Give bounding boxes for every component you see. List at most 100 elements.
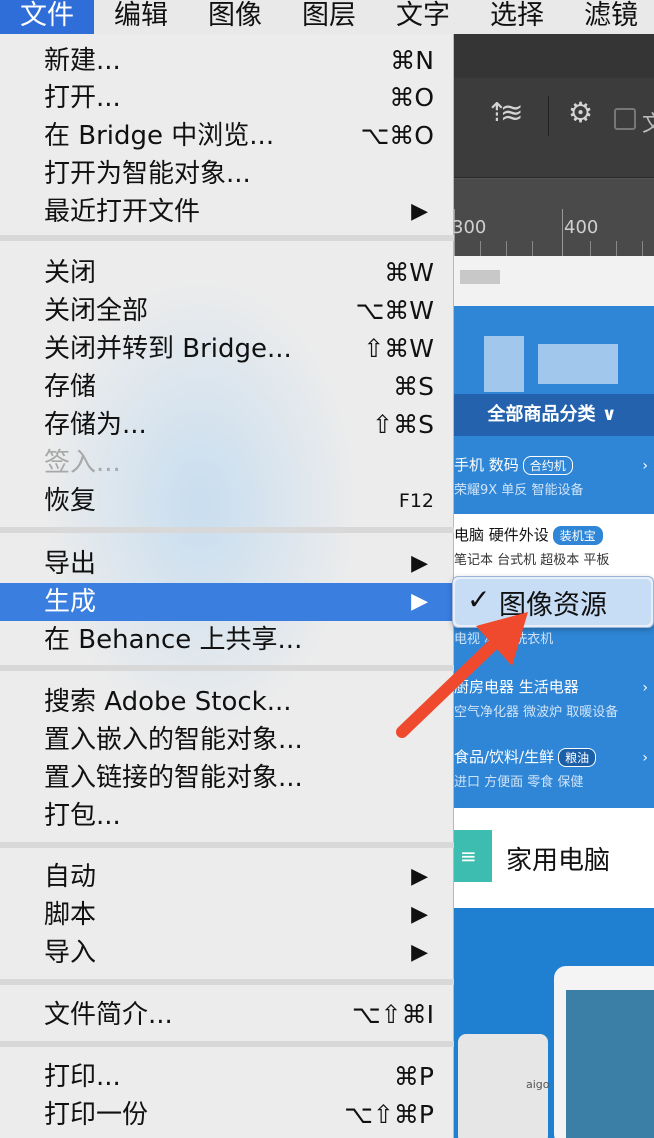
site-top-strip (450, 256, 654, 306)
menu-item-label: 打包... (44, 801, 121, 831)
menu-item-place-linked[interactable]: 置入链接的智能对象... (0, 759, 454, 797)
menu-item-shortcut: ⌥⇧⌘P (344, 1100, 434, 1129)
menu-item-revert[interactable]: 恢复 F12 (0, 482, 454, 520)
category-badge: 合约机 (522, 456, 573, 475)
gear-icon[interactable]: ⚙ (568, 96, 593, 129)
menu-item-label: 存储为... (44, 410, 147, 440)
menu-item-export[interactable]: 导出 ▶ (0, 545, 454, 583)
menu-separator (0, 842, 454, 848)
logo-mark (484, 336, 524, 392)
menu-item-label: 关闭全部 (44, 296, 149, 326)
menubar-file[interactable]: 文件 (0, 0, 94, 34)
menu-item-browse-bridge[interactable]: 在 Bridge 中浏览... ⌥⌘O (0, 117, 454, 155)
menu-bar: 文件 编辑 图像 图层 文字 选择 滤镜 (0, 0, 654, 34)
menubar-layer[interactable]: 图层 (282, 0, 376, 34)
ruler-label-300: 300 (452, 217, 487, 238)
menu-item-package[interactable]: 打包... (0, 797, 454, 835)
logo-text (538, 344, 618, 384)
menu-item-shortcut: ⌥⌘W (355, 296, 434, 325)
menu-item-label: 新建... (44, 46, 121, 76)
menu-item-shortcut: ⌘O (389, 83, 434, 112)
submenu-arrow-icon: ▶ (411, 864, 428, 889)
submenu-arrow-icon: ▶ (411, 551, 428, 576)
ruler-minor-tick (590, 241, 591, 257)
menu-item-label: 打开为智能对象... (44, 159, 251, 189)
menu-item-close[interactable]: 关闭 ⌘W (0, 254, 454, 292)
menu-item-save-as[interactable]: 存储为... ⇧⌘S (0, 406, 454, 444)
horizontal-ruler: 300 400 (450, 178, 654, 257)
menu-item-shortcut: ⌥⌘O (360, 121, 435, 150)
menu-item-label: 关闭 (44, 258, 97, 288)
category-sub: 笔记本 台式机 超极本 平板 (454, 553, 610, 568)
menu-separator (0, 1041, 454, 1047)
options-checkbox[interactable] (614, 108, 636, 130)
menu-item-label: 置入链接的智能对象... (44, 763, 303, 793)
menu-item-check-in: 签入... (0, 444, 454, 482)
ruler-minor-tick (506, 241, 507, 257)
menu-item-label: 存储 (44, 372, 97, 402)
menu-item-label: 搜索 Adobe Stock... (44, 687, 292, 717)
submenu-arrow-icon: ▶ (411, 902, 428, 927)
menu-item-label: 打印... (44, 1062, 121, 1092)
menu-item-label: 在 Bridge 中浏览... (44, 121, 275, 151)
menu-separator (0, 235, 454, 241)
menu-separator (0, 979, 454, 985)
menu-item-close-go-bridge[interactable]: 关闭并转到 Bridge... ⇧⌘W (0, 330, 454, 368)
options-checkbox-label: 文 (642, 112, 654, 137)
menu-item-label: 导出 (44, 549, 97, 579)
blurred-logo (480, 336, 630, 396)
ruler-minor-tick (616, 241, 617, 257)
category-sub: 荣耀9X 单反 智能设备 (454, 483, 584, 498)
menu-item-file-info[interactable]: 文件简介... ⌥⇧⌘I (0, 996, 454, 1034)
menu-separator (0, 527, 454, 533)
menu-item-open-smart-object[interactable]: 打开为智能对象... (0, 155, 454, 193)
chevron-right-icon: › (642, 750, 648, 766)
menu-item-label: 关闭并转到 Bridge... (44, 334, 292, 364)
menu-item-label: 在 Behance 上共享... (44, 625, 303, 655)
menu-item-shortcut: ⌥⇧⌘I (351, 1000, 434, 1029)
annotation-arrow-icon (396, 612, 528, 738)
submenu-arrow-icon: ▶ (411, 199, 428, 224)
ruler-major-tick (562, 209, 563, 257)
menu-item-label: 打印一份 (44, 1100, 149, 1130)
menubar-edit[interactable]: 编辑 (94, 0, 188, 34)
menubar-image[interactable]: 图像 (188, 0, 282, 34)
menubar-type[interactable]: 文字 (376, 0, 470, 34)
tablet-screen-image (566, 990, 654, 1138)
menu-item-import[interactable]: 导入 ▶ (0, 934, 454, 972)
menu-item-scripts[interactable]: 脚本 ▶ (0, 896, 454, 934)
menu-item-close-all[interactable]: 关闭全部 ⌥⌘W (0, 292, 454, 330)
ruler-minor-tick (480, 241, 481, 257)
toolbar-separator (548, 96, 549, 136)
menu-item-label: 生成 (44, 587, 97, 617)
menu-item-label: 签入... (44, 448, 121, 478)
category-title: 手机 数码 (454, 456, 519, 474)
menu-item-save[interactable]: 存储 ⌘S (0, 368, 454, 406)
menu-item-new[interactable]: 新建... ⌘N (0, 42, 454, 80)
menu-item-shortcut: ⌘S (393, 372, 434, 401)
menu-item-label: 最近打开文件 (44, 197, 201, 227)
menu-item-print-one-copy[interactable]: 打印一份 ⌥⇧⌘P (0, 1096, 454, 1134)
menu-item-print[interactable]: 打印... ⌘P (0, 1058, 454, 1096)
menu-item-open[interactable]: 打开... ⌘O (0, 79, 454, 117)
chevron-right-icon: › (642, 680, 648, 696)
chevron-right-icon: › (642, 458, 648, 474)
category-header: 全部商品分类 ∨ (450, 394, 654, 436)
ruler-label-400: 400 (564, 217, 599, 238)
blurred-text (460, 270, 500, 284)
home-computer-label: 家用电脑 (506, 846, 611, 876)
menu-item-label: 置入嵌入的智能对象... (44, 725, 303, 755)
home-computer-section: ≡ 家用电脑 (450, 808, 654, 908)
menu-item-recent-files[interactable]: 最近打开文件 ▶ (0, 193, 454, 231)
menu-item-label: 脚本 (44, 900, 97, 930)
menu-item-automate[interactable]: 自动 ▶ (0, 858, 454, 896)
document-icon: ≡ (452, 830, 492, 882)
category-badge: 装机宝 (552, 526, 603, 545)
ruler-minor-tick (532, 241, 533, 257)
ruler-minor-tick (642, 241, 643, 257)
menu-item-shortcut: ⌘P (393, 1062, 434, 1091)
layers-stack-icon[interactable]: ≋ (500, 96, 523, 129)
menu-item-label: 恢复 (44, 486, 97, 516)
menubar-filter[interactable]: 滤镜 (564, 0, 654, 34)
menubar-select[interactable]: 选择 (470, 0, 564, 34)
